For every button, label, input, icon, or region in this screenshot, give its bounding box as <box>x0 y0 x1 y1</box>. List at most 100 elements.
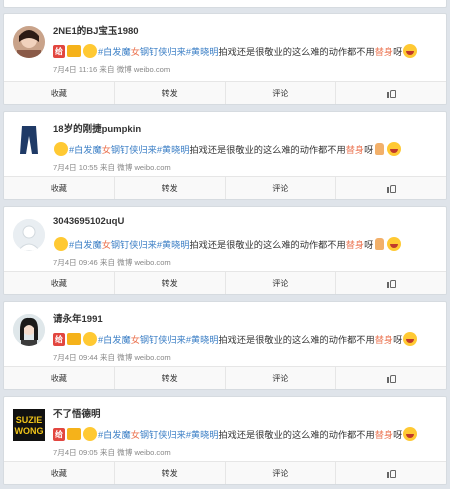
username[interactable]: 不了悟德明 <box>53 406 101 420</box>
topic-tag-2[interactable]: #黄晓明 <box>157 142 190 156</box>
post-text: #白发魔女钢钉侠归来 #黄晓明 拍戏还是很敬业的这么难的动作都不用 替身呀 <box>53 140 402 158</box>
collect-button[interactable]: 收藏 <box>4 82 115 104</box>
action-bar: 收藏 转发 评论 <box>4 271 446 294</box>
badge: 给 <box>53 332 65 346</box>
highlight: 女 <box>130 430 140 440</box>
laugh-emoji-icon <box>403 44 418 58</box>
post-end: 呀 <box>364 240 374 250</box>
gift-icon <box>67 45 81 57</box>
topic-tag-2[interactable]: #黄晓明 <box>186 332 219 346</box>
thumbs-up-icon <box>386 89 396 98</box>
repost-button[interactable]: 转发 <box>115 177 226 199</box>
badge: 给 <box>53 44 65 58</box>
comment-button[interactable]: 评论 <box>226 177 337 199</box>
action-bar: 收藏 转发 评论 <box>4 81 446 104</box>
avatar[interactable] <box>13 219 45 251</box>
highlight: 女 <box>101 145 111 155</box>
collect-button[interactable]: 收藏 <box>4 272 115 294</box>
post-end: 呀 <box>393 47 403 57</box>
topic-tag[interactable]: #白发魔 <box>98 332 131 346</box>
avatar-image <box>20 126 38 154</box>
post-body: 拍戏还是很敬业的这么难的动作都不用 <box>218 47 375 57</box>
repost-button[interactable]: 转发 <box>115 367 226 389</box>
smiley-icon <box>54 237 68 251</box>
username[interactable]: 请永年1991 <box>53 311 103 325</box>
post-body: 拍戏还是很敬业的这么难的动作都不用 <box>189 240 346 250</box>
post-text: 给 #白发魔女钢钉侠归来 #黄晓明 拍戏还是很敬业的这么难的动作都不用 替身呀 <box>53 42 418 60</box>
topic-tag[interactable]: #白发魔 <box>69 237 102 251</box>
collect-button[interactable]: 收藏 <box>4 177 115 199</box>
gift-icon <box>67 333 81 345</box>
laugh-emoji-icon <box>387 237 402 251</box>
topic-tag-2[interactable]: #黄晓明 <box>186 44 219 58</box>
collect-button[interactable]: 收藏 <box>4 367 115 389</box>
highlight-stunt: 替身 <box>345 145 365 155</box>
avatar-text-2: WONG <box>15 426 44 436</box>
avatar[interactable] <box>13 124 45 156</box>
like-button[interactable] <box>336 177 446 199</box>
avatar-image <box>13 314 45 346</box>
post-body: 拍戏还是很敬业的这么难的动作都不用 <box>218 430 375 440</box>
like-button[interactable] <box>336 367 446 389</box>
avatar[interactable]: SUZIE WONG <box>13 409 45 441</box>
badge: 给 <box>53 427 65 441</box>
action-bar: 收藏 转发 评论 <box>4 461 446 484</box>
topic-link[interactable]: 钢钉侠归来 <box>111 237 157 251</box>
like-button[interactable] <box>336 462 446 484</box>
action-bar: 收藏 转发 评论 <box>4 366 446 389</box>
comment-button[interactable]: 评论 <box>226 462 337 484</box>
username[interactable]: 18岁的刚捷pumpkin <box>53 121 141 135</box>
collect-button[interactable]: 收藏 <box>4 462 115 484</box>
thumbs-up-icon <box>386 184 396 193</box>
topic-link[interactable]: 钢钉侠归来 <box>140 427 186 441</box>
post-card: 18岁的刚捷pumpkin #白发魔女钢钉侠归来 #黄晓明 拍戏还是很敬业的这么难的… <box>3 111 447 200</box>
highlight-stunt: 替身 <box>374 430 394 440</box>
avatar-image <box>13 26 45 58</box>
highlight-stunt: 替身 <box>345 240 365 250</box>
action-bar: 收藏 转发 评论 <box>4 176 446 199</box>
post-card: 2NE1的BJ宝玉1980 给 #白发魔女钢钉侠归来 #黄晓明 拍戏还是很敬业的这么… <box>3 13 447 105</box>
laugh-emoji-icon <box>387 142 402 156</box>
topic-link[interactable]: 钢钉侠归来 <box>140 332 186 346</box>
avatar[interactable] <box>13 26 45 58</box>
post-meta: 7月4日 10:55 来自 微博 weibo.com <box>53 163 171 172</box>
like-button[interactable] <box>336 82 446 104</box>
smiley-icon <box>83 427 97 441</box>
thumbs-up-icon <box>386 279 396 288</box>
topic-tag[interactable]: #白发魔 <box>98 427 131 441</box>
topic-tag-2[interactable]: #黄晓明 <box>157 237 190 251</box>
topic-tag-2[interactable]: #黄晓明 <box>186 427 219 441</box>
topic-link[interactable]: 钢钉侠归来 <box>111 142 157 156</box>
avatar-image: SUZIEWONG <box>13 409 45 441</box>
username[interactable]: 3043695102uqU <box>53 216 124 227</box>
post-meta: 7月4日 09:46 来自 微博 weibo.com <box>53 258 171 267</box>
repost-button[interactable]: 转发 <box>115 272 226 294</box>
avatar[interactable] <box>13 314 45 346</box>
smiley-icon <box>83 332 97 346</box>
like-button[interactable] <box>336 272 446 294</box>
post-end: 呀 <box>364 145 374 155</box>
comment-button[interactable]: 评论 <box>226 367 337 389</box>
comment-button[interactable]: 评论 <box>226 272 337 294</box>
repost-button[interactable]: 转发 <box>115 462 226 484</box>
username[interactable]: 2NE1的BJ宝玉1980 <box>53 23 139 37</box>
topic-tag[interactable]: #白发魔 <box>98 44 131 58</box>
post-card: 请永年1991 给 #白发魔女钢钉侠归来 #黄晓明 拍戏还是很敬业的这么难的动作都不… <box>3 301 447 390</box>
post-card: 3043695102uqU #白发魔女钢钉侠归来 #黄晓明 拍戏还是很敬业的这么难的… <box>3 206 447 295</box>
post-text: 给 #白发魔女钢钉侠归来 #黄晓明 拍戏还是很敬业的这么难的动作都不用 替身呀 <box>53 425 418 443</box>
highlight: 女 <box>130 335 140 345</box>
smiley-icon <box>83 44 97 58</box>
post-body: 拍戏还是很敬业的这么难的动作都不用 <box>189 145 346 155</box>
avatar-text-1: SUZIE <box>16 415 43 425</box>
topic-tag[interactable]: #白发魔 <box>69 142 102 156</box>
thumbs-up-emoji-icon <box>375 143 385 155</box>
repost-button[interactable]: 转发 <box>115 82 226 104</box>
smiley-icon <box>54 142 68 156</box>
post-text: #白发魔女钢钉侠归来 #黄晓明 拍戏还是很敬业的这么难的动作都不用 替身呀 <box>53 235 402 253</box>
comment-button[interactable]: 评论 <box>226 82 337 104</box>
laugh-emoji-icon <box>403 427 418 441</box>
highlight: 女 <box>130 47 140 57</box>
post-card: SUZIE WONG 不了悟德明 给 #白发魔女钢钉侠归来 #黄晓明 拍戏还是很敬业的… <box>3 396 447 485</box>
post-meta: 7月4日 11:16 来自 微博 weibo.com <box>53 65 171 74</box>
topic-link[interactable]: 钢钉侠归来 <box>140 44 186 58</box>
